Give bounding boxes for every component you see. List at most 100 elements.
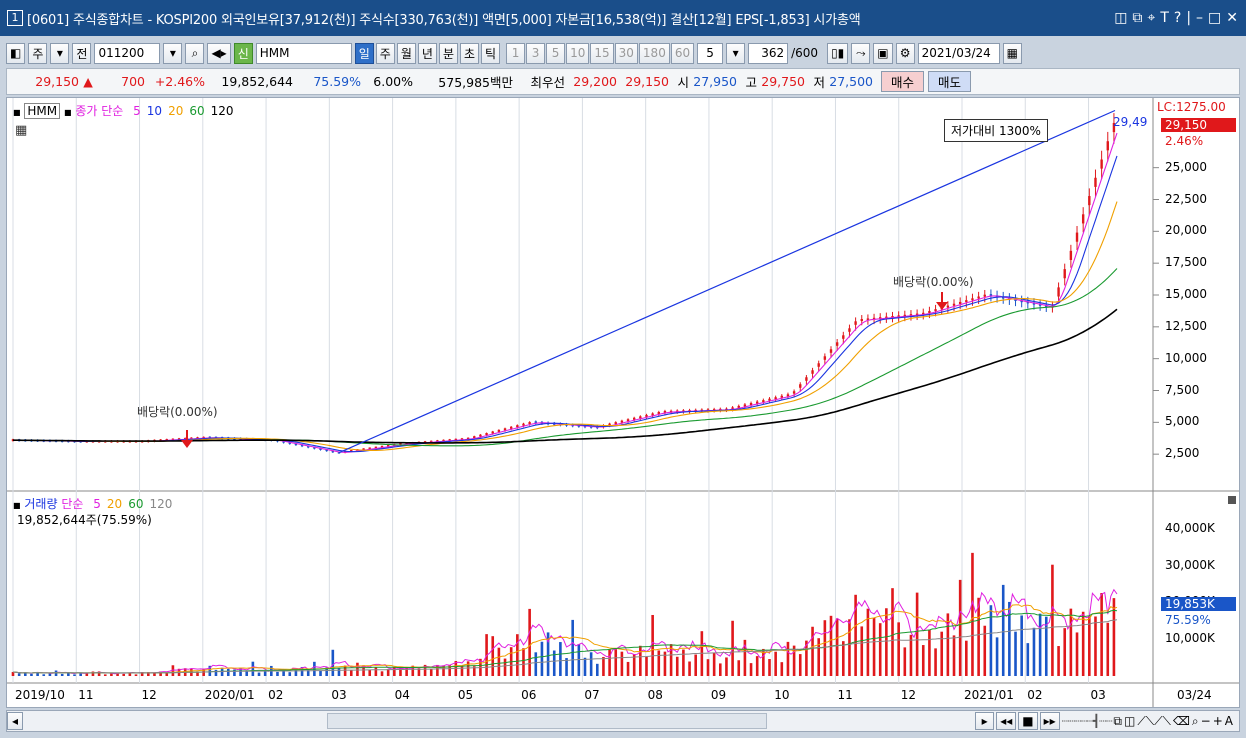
zoom-in-icon[interactable]: +: [1213, 714, 1223, 728]
tab-period-2[interactable]: 월: [396, 42, 416, 64]
compare-icon[interactable]: ◫: [1124, 714, 1135, 728]
x-tick: 11: [837, 688, 853, 702]
volume-bar: [540, 641, 544, 676]
tab-period-5[interactable]: 초: [459, 42, 480, 64]
volume-bar: [356, 662, 359, 676]
volume-bar: [583, 657, 587, 676]
volume-bar: [491, 636, 495, 676]
x-tick: 2019/10: [15, 688, 65, 702]
candle-body: [1057, 287, 1060, 297]
candle-body: [811, 370, 814, 374]
code-input[interactable]: 011200: [94, 42, 161, 64]
screenshot-icon[interactable]: ⧉: [1113, 714, 1122, 729]
volume-bar: [737, 660, 741, 676]
prev-code-button[interactable]: 전: [72, 42, 92, 64]
volume-bar: [792, 645, 796, 676]
help-icon[interactable]: ?: [1174, 10, 1181, 26]
interval-dropdown[interactable]: ▾: [726, 42, 746, 64]
minimize-icon[interactable]: –: [1196, 10, 1203, 26]
close-icon[interactable]: ✕: [1226, 10, 1238, 26]
x-tick: 2021/01: [963, 688, 1014, 702]
draw-tools-icon[interactable]: ⟋⟍⟋⟍: [1137, 714, 1171, 729]
calendar-button[interactable]: ▦: [1002, 42, 1022, 64]
volume-bar: [1094, 616, 1097, 676]
volume-tick: 30,000K: [1165, 557, 1215, 572]
volume-bar: [639, 645, 642, 676]
maximize-icon[interactable]: □: [1208, 10, 1221, 26]
forward-button[interactable]: ▸▸: [1039, 712, 1060, 730]
pin-icon[interactable]: ⌖: [1147, 10, 1155, 26]
volume-bar: [595, 663, 599, 676]
interval-button-4[interactable]: 15: [590, 42, 614, 64]
interval-button-2[interactable]: 5: [546, 42, 566, 64]
volume-bar: [288, 672, 292, 676]
panel-close-icon[interactable]: [1228, 496, 1236, 504]
buy-button[interactable]: 매수: [881, 71, 925, 92]
scroll-thumb[interactable]: [327, 713, 767, 729]
auto-icon[interactable]: A: [1225, 714, 1233, 728]
candle-type-button[interactable]: ▯▮: [827, 42, 849, 64]
tab-period-0[interactable]: 일: [354, 42, 374, 64]
lc-label: LC:1275.00: [1157, 100, 1226, 114]
ma-legend-60: 60: [189, 104, 205, 118]
dropdown-button[interactable]: ▾: [50, 42, 70, 64]
stock-type-select[interactable]: 주: [28, 42, 48, 64]
price-tick: 15,000: [1165, 287, 1207, 301]
chart-area[interactable]: ■ HMM ■ 종가 단순 5 10 20 60 120 ▦ ■ 거래량 단순 5 20 6…: [6, 97, 1240, 708]
candle-body: [1063, 269, 1066, 279]
count-input[interactable]: 362: [748, 42, 789, 64]
price-tick: 10,000: [1165, 350, 1207, 365]
zoom-out-icon[interactable]: −: [1201, 714, 1211, 728]
play-button[interactable]: ▸: [975, 712, 995, 730]
chart-scrollbar[interactable]: ◂ ▸ ◂◂ ■ ▸▸ ┈┈┈┈┈┫┈┈ ⧉ ◫ ⟋⟍⟋⟍ ⌫ ⌕ − + A: [6, 710, 1240, 732]
indicator-button[interactable]: ⤳: [851, 42, 871, 64]
save-button[interactable]: ▣: [873, 42, 893, 64]
volume-bar: [559, 642, 562, 676]
sell-button[interactable]: 매도: [928, 71, 972, 92]
zoom-icon[interactable]: ⌕: [1192, 714, 1199, 729]
candle-body: [792, 391, 796, 394]
rewind-button[interactable]: ◂◂: [996, 712, 1017, 730]
volume-bar: [657, 650, 661, 676]
candle-body: [817, 363, 820, 367]
sound-button[interactable]: ◀▸: [207, 42, 231, 64]
scroll-left-button[interactable]: ◂: [7, 712, 23, 730]
stop-button[interactable]: ■: [1018, 712, 1038, 730]
tab-period-3[interactable]: 년: [417, 42, 437, 64]
zoom-slider-icon[interactable]: ┈┈┈┈┈┫┈┈: [1062, 714, 1113, 728]
font-icon[interactable]: T: [1160, 10, 1169, 26]
grid-icon[interactable]: ▦: [15, 123, 27, 138]
code-dropdown[interactable]: ▾: [163, 42, 183, 64]
volume-bar: [1001, 584, 1005, 676]
trash-icon[interactable]: ⌫: [1173, 714, 1190, 728]
copy-icon[interactable]: ⧉: [1132, 10, 1142, 26]
volume-bar: [79, 673, 82, 676]
tab-period-1[interactable]: 주: [375, 42, 395, 64]
low-label: 저: [813, 75, 825, 90]
volume-bar: [688, 661, 691, 676]
volume-bar: [42, 674, 46, 676]
stock-name-field[interactable]: HMM: [255, 42, 352, 64]
interval-button-0[interactable]: 1: [506, 42, 526, 64]
candle-body: [860, 319, 863, 322]
interval-button-5[interactable]: 30: [614, 42, 638, 64]
tab-period-4[interactable]: 분: [438, 42, 458, 64]
interval-button-6[interactable]: 180: [638, 42, 670, 64]
interval-button-1[interactable]: 3: [526, 42, 546, 64]
gear-icon: ⚙: [899, 46, 911, 60]
settings-button[interactable]: ⚙: [895, 42, 915, 64]
candle-body: [835, 342, 839, 346]
tab-period-6[interactable]: 틱: [481, 42, 501, 64]
interval-input[interactable]: 5: [697, 42, 724, 64]
stock-name-label[interactable]: HMM: [24, 103, 61, 119]
interval-button-3[interactable]: 10: [566, 42, 590, 64]
candle-body: [1069, 250, 1073, 260]
candle-body: [774, 397, 777, 400]
date-input[interactable]: 2021/03/24: [917, 42, 1000, 64]
layout-button[interactable]: ◧: [6, 42, 26, 64]
square-icon: ■: [13, 108, 21, 117]
search-button[interactable]: ⌕: [185, 42, 205, 64]
scroll-track[interactable]: [27, 713, 971, 729]
layout-icon[interactable]: ◫: [1114, 10, 1127, 26]
interval-button-7[interactable]: 60: [670, 42, 695, 64]
